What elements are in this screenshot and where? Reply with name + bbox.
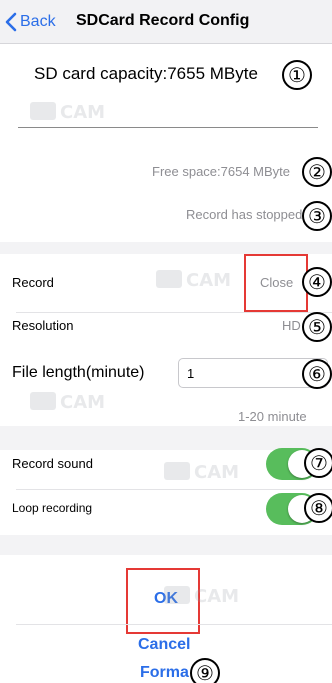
chevron-left-icon [5, 12, 17, 32]
callout-9: ⑨ [190, 658, 220, 683]
svg-text:CAM: CAM [60, 102, 105, 123]
divider [18, 127, 318, 128]
sd-capacity-text: SD card capacity:7655 MByte [34, 64, 258, 83]
callout-8: ⑧ [304, 493, 332, 523]
cancel-button[interactable]: Cancel [138, 636, 190, 654]
watermark-logo: CAM [164, 462, 239, 483]
file-length-hint: 1-20 minute [238, 409, 307, 424]
loop-recording-label: Loop recording [12, 501, 93, 515]
callout-5: ⑤ [302, 312, 332, 342]
sdcard-record-config-screen: Back SDCard Record Config SD card capaci… [0, 0, 332, 683]
section-separator [0, 242, 332, 254]
svg-text:CAM: CAM [194, 462, 239, 483]
record-label: Record [12, 275, 54, 290]
callout-6: ⑥ [302, 359, 332, 389]
page-title: SDCard Record Config [76, 12, 250, 29]
back-button[interactable]: Back [2, 11, 56, 33]
svg-text:CAM: CAM [186, 270, 231, 291]
file-length-label: File length(minute) [12, 364, 145, 381]
resolution-value[interactable]: HD [282, 318, 301, 333]
watermark-logo: CAM [156, 270, 231, 291]
callout-1: ① [282, 60, 312, 90]
record-status-text: Record has stopped [186, 207, 303, 222]
watermark-logo: CAM [30, 392, 105, 413]
callout-2: ② [302, 157, 332, 187]
svg-text:CAM: CAM [194, 586, 239, 607]
svg-text:CAM: CAM [60, 392, 105, 413]
callout-3: ③ [302, 201, 332, 231]
callout-4: ④ [302, 267, 332, 297]
row-divider [16, 312, 332, 313]
navigation-bar: Back SDCard Record Config [0, 0, 332, 44]
format-button[interactable]: Forma [140, 664, 189, 682]
section-separator [0, 426, 332, 450]
free-space-text: Free space:7654 MByte [152, 164, 291, 179]
back-label: Back [20, 13, 56, 30]
row-divider [16, 489, 332, 490]
watermark-logo: CAM [164, 586, 239, 607]
record-sound-label: Record sound [12, 456, 93, 471]
resolution-label: Resolution [12, 318, 74, 333]
watermark-logo: CAM [30, 102, 105, 123]
row-divider [16, 624, 332, 625]
section-separator [0, 535, 332, 555]
callout-7: ⑦ [304, 448, 332, 478]
